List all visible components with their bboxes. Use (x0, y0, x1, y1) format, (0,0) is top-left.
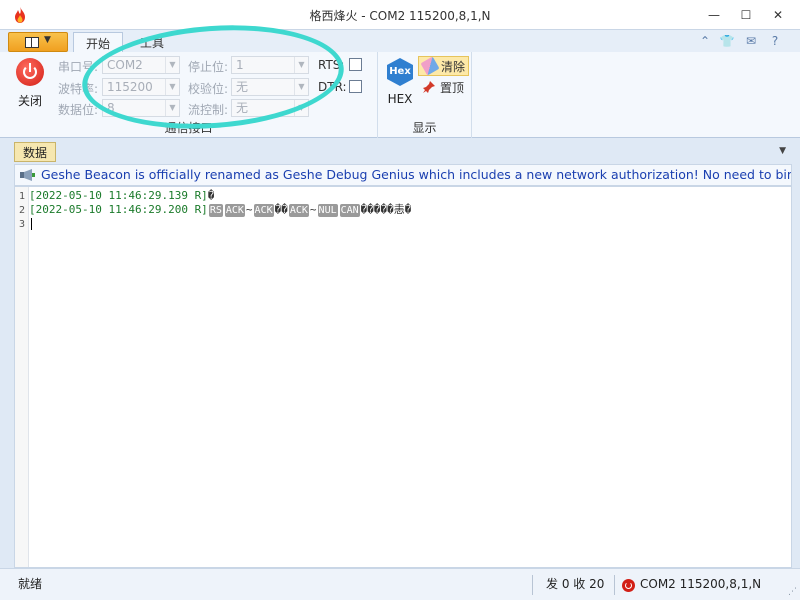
control-char-badge: RS (208, 204, 223, 217)
stopbits-select[interactable]: 1 ▼ (231, 56, 309, 74)
dtr-checkbox[interactable] (349, 80, 362, 93)
display-group-label: 显示 (412, 121, 437, 135)
help-icon[interactable]: ? (766, 34, 784, 50)
ribbon-panel: 关闭 串口号: COM2 ▼ 波特率: 115200 ▼ 数据位: 8 ▼ 停止… (0, 52, 800, 138)
line-number: 3 (18, 219, 26, 230)
port-label: 串口号: (58, 60, 99, 74)
app-menu-button[interactable]: ▼ (8, 32, 68, 52)
dtr-label: DTR: (318, 80, 347, 94)
flow-value: 无 (236, 101, 249, 115)
hex-icon: Hex (387, 58, 413, 86)
rts-label: RTS: (318, 58, 345, 72)
status-port: COM2 115200,8,1,N (640, 577, 762, 591)
maximize-button[interactable]: ☐ (732, 4, 760, 26)
comm-interface-group: 关闭 串口号: COM2 ▼ 波特率: 115200 ▼ 数据位: 8 ▼ 停止… (0, 52, 378, 138)
eraser-icon (420, 56, 440, 76)
close-window-button[interactable]: ✕ (764, 4, 792, 26)
receive-log[interactable]: 1 [2022-05-10 11:46:29.139 R]� 2 [2022-05-1… (14, 186, 792, 568)
databits-select[interactable]: 8 ▼ (102, 99, 180, 117)
log-text: � (207, 189, 215, 202)
line-gutter (15, 187, 29, 567)
parity-select[interactable]: 无 ▼ (231, 78, 309, 96)
chevron-down-icon: ▼ (294, 57, 308, 73)
log-text: ~ (245, 203, 253, 216)
close-port-button[interactable]: 关闭 (10, 58, 50, 109)
hex-toggle-button[interactable]: Hex HEX (384, 58, 416, 106)
stopbits-label: 停止位: (188, 60, 229, 74)
control-char-badge: CAN (339, 204, 360, 217)
chevron-down-icon: ▼ (165, 57, 179, 73)
layout-icon (25, 37, 39, 48)
title-bar: 格西烽火 - COM2 115200,8,1,N — ☐ ✕ (0, 0, 800, 30)
log-text: �� (274, 203, 288, 216)
clear-label: 清除 (441, 60, 466, 74)
pin-top-label: 置顶 (440, 81, 465, 95)
notice-banner[interactable]: Geshe Beacon is officially renamed as Ge… (14, 164, 792, 186)
line-number: 2 (18, 205, 26, 216)
port-select[interactable]: COM2 ▼ (102, 56, 180, 74)
status-ready: 就绪 (18, 577, 43, 591)
control-char-badge: ACK (288, 204, 309, 217)
baud-label: 波特率: (58, 82, 99, 96)
chevron-down-icon: ▼ (294, 100, 308, 116)
collapse-ribbon-icon[interactable]: ⌃ (696, 34, 714, 50)
chevron-down-icon: ▼ (294, 79, 308, 95)
line-number: 1 (18, 191, 26, 202)
message-icon[interactable]: ✉ (742, 34, 760, 50)
parity-label: 校验位: (188, 82, 229, 96)
text-cursor (31, 218, 32, 230)
document-area: 数据 ▼ Geshe Beacon is officially renamed … (8, 138, 792, 568)
resize-grip-icon[interactable]: ⋰ (788, 587, 797, 597)
clear-button[interactable]: 清除 (418, 56, 470, 76)
minimize-button[interactable]: — (700, 4, 728, 26)
status-bar: 就绪 发 0 收 20 COM2 115200,8,1,N ⋰ (0, 568, 800, 600)
log-text: �����恚� (360, 203, 412, 216)
log-line: 3 (15, 217, 32, 231)
log-line: 1 [2022-05-10 11:46:29.139 R]� (15, 189, 214, 203)
control-char-badge: ACK (253, 204, 274, 217)
log-text: ~ (309, 203, 317, 216)
close-port-label: 关闭 (17, 94, 42, 108)
chevron-down-icon: ▼ (165, 100, 179, 116)
baud-value: 115200 (107, 80, 153, 94)
comm-group-label: 通信接口 (164, 121, 213, 135)
hex-label: HEX (387, 92, 413, 106)
status-counts: 发 0 收 20 (546, 577, 605, 591)
window-title: 格西烽火 - COM2 115200,8,1,N (309, 9, 491, 23)
stopbits-value: 1 (236, 58, 244, 72)
megaphone-icon (20, 169, 35, 181)
port-value: COM2 (107, 58, 143, 72)
status-separator (532, 575, 533, 595)
chevron-down-icon[interactable]: ▼ (779, 146, 786, 156)
log-timestamp: [2022-05-10 11:46:29.200 R] (29, 203, 208, 216)
control-char-badge: ACK (224, 204, 245, 217)
parity-value: 无 (236, 80, 249, 94)
tab-data[interactable]: 数据 (14, 142, 57, 162)
power-icon (16, 58, 44, 86)
pin-icon (423, 81, 435, 93)
tab-start[interactable]: 开始 (73, 32, 124, 53)
flow-select[interactable]: 无 ▼ (231, 99, 309, 117)
control-char-badge: NUL (317, 204, 338, 217)
flow-label: 流控制: (188, 103, 229, 117)
ribbon-tab-row: ▼ 开始 工具 ⌃ 👕 ✉ ? (0, 30, 800, 53)
chevron-down-icon: ▼ (165, 79, 179, 95)
power-icon (622, 579, 635, 592)
pin-top-button[interactable]: 置顶 (418, 78, 467, 98)
baud-select[interactable]: 115200 ▼ (102, 78, 180, 96)
chevron-down-icon: ▼ (44, 35, 51, 45)
notice-text: Geshe Beacon is officially renamed as Ge… (41, 167, 792, 182)
log-line: 2 [2022-05-10 11:46:29.200 R] RS ACK ~ ACK �� A… (15, 203, 411, 217)
tab-tools[interactable]: 工具 (128, 32, 176, 53)
databits-label: 数据位: (58, 103, 99, 117)
shirt-skin-icon[interactable]: 👕 (718, 34, 736, 50)
rts-checkbox[interactable] (349, 58, 362, 71)
log-timestamp: [2022-05-10 11:46:29.139 R] (29, 189, 208, 202)
databits-value: 8 (107, 101, 115, 115)
status-separator (614, 575, 615, 595)
